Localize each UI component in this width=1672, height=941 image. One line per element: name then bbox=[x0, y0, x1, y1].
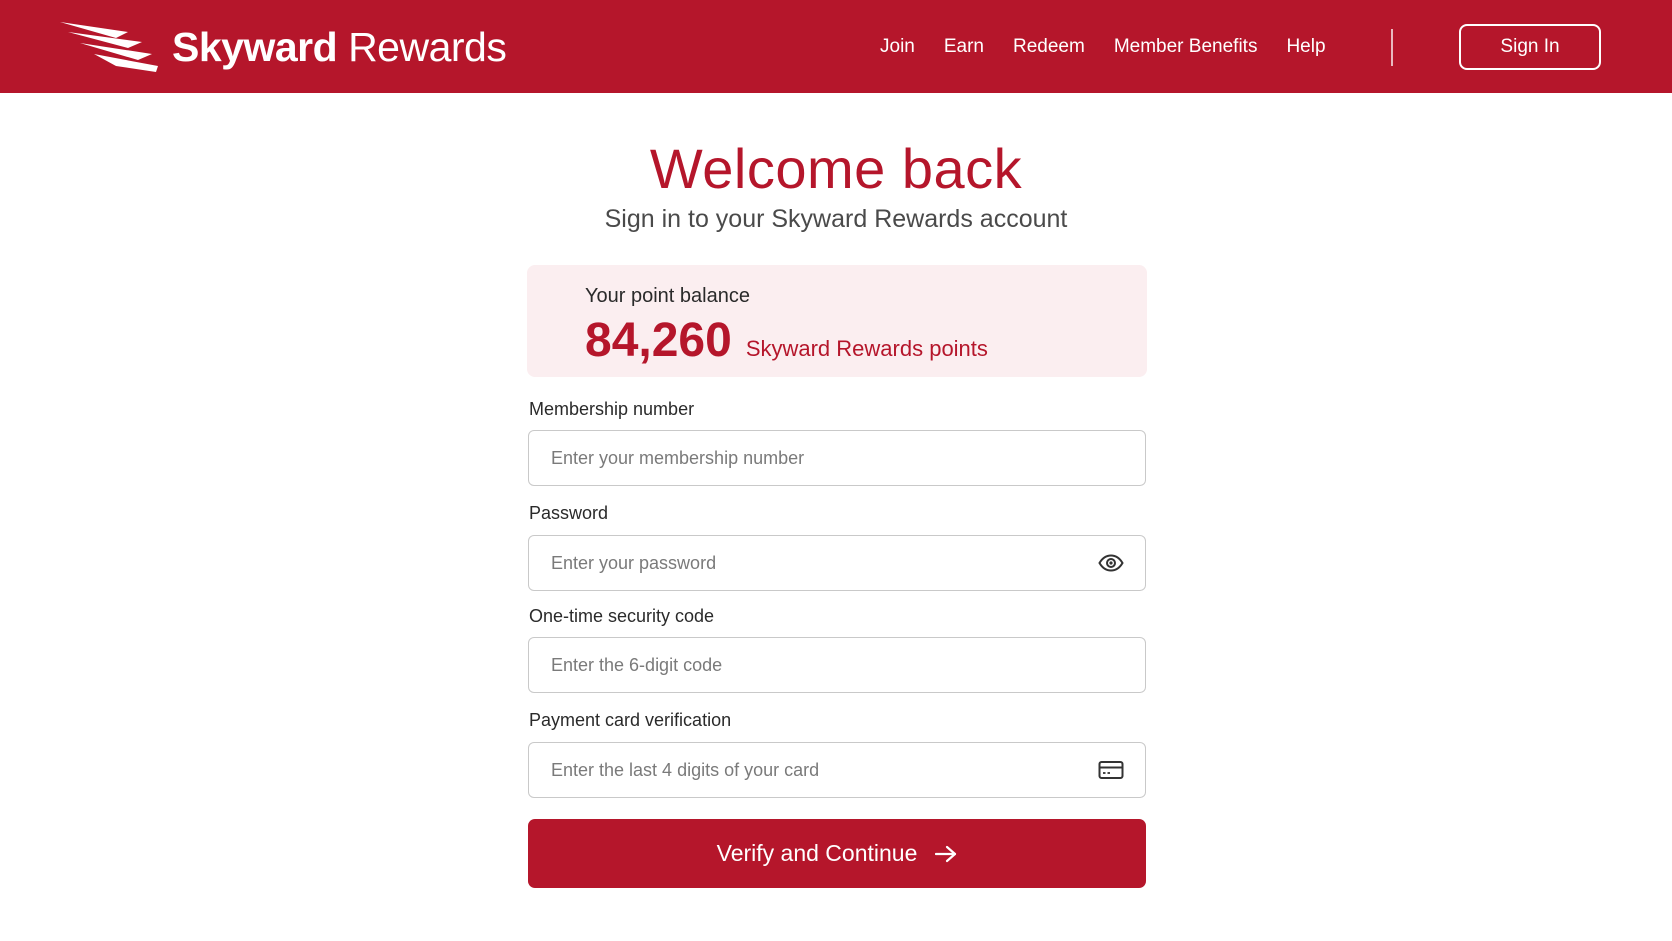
balance-unit: Skyward Rewards points bbox=[745, 336, 988, 361]
membership-number-label: Membership number bbox=[529, 399, 695, 419]
security-code-input[interactable] bbox=[529, 638, 1145, 692]
security-code-field bbox=[528, 637, 1146, 693]
eye-icon[interactable] bbox=[1097, 551, 1125, 575]
card-verification-input[interactable] bbox=[529, 743, 1145, 797]
point-balance-card: Your point balance 84,260 Skyward Reward… bbox=[527, 265, 1147, 377]
page-subtitle: Sign in to your Skyward Rewards account bbox=[604, 205, 1068, 233]
arrow-right-icon bbox=[935, 845, 957, 863]
nav-divider bbox=[1391, 29, 1393, 66]
sign-in-button[interactable]: Sign In bbox=[1459, 24, 1601, 70]
verify-continue-button[interactable]: Verify and Continue bbox=[528, 819, 1146, 888]
password-field bbox=[528, 535, 1146, 591]
brand-logo[interactable]: Skyward Rewards bbox=[58, 18, 507, 76]
balance-points: 84,260 bbox=[585, 314, 732, 367]
top-header: Skyward Rewards Join Earn Redeem Member … bbox=[0, 0, 1672, 93]
brand-name: Skyward Rewards bbox=[172, 23, 507, 71]
nav-help[interactable]: Help bbox=[1286, 36, 1325, 58]
balance-label: Your point balance bbox=[585, 285, 750, 307]
credit-card-icon bbox=[1097, 758, 1125, 782]
main-nav: Join Earn Redeem Member Benefits Help bbox=[880, 33, 1326, 61]
nav-redeem[interactable]: Redeem bbox=[1013, 36, 1085, 58]
security-code-label: One-time security code bbox=[529, 606, 715, 626]
nav-earn[interactable]: Earn bbox=[944, 36, 984, 58]
membership-number-field bbox=[528, 430, 1146, 486]
balance-value: 84,260 Skyward Rewards points bbox=[585, 313, 988, 368]
card-verification-label: Payment card verification bbox=[529, 710, 732, 730]
nav-join[interactable]: Join bbox=[880, 36, 915, 58]
wing-logo-icon bbox=[60, 22, 158, 72]
page-title: Welcome back bbox=[649, 137, 1023, 200]
card-verification-field bbox=[528, 742, 1146, 798]
nav-member-benefits[interactable]: Member Benefits bbox=[1114, 36, 1258, 58]
brand-name-bold: Skyward bbox=[172, 23, 338, 70]
verify-continue-label: Verify and Continue bbox=[716, 840, 918, 866]
password-label: Password bbox=[529, 503, 609, 523]
brand-name-light: Rewards bbox=[348, 23, 507, 70]
membership-number-input[interactable] bbox=[529, 431, 1145, 485]
password-input[interactable] bbox=[529, 536, 1145, 590]
